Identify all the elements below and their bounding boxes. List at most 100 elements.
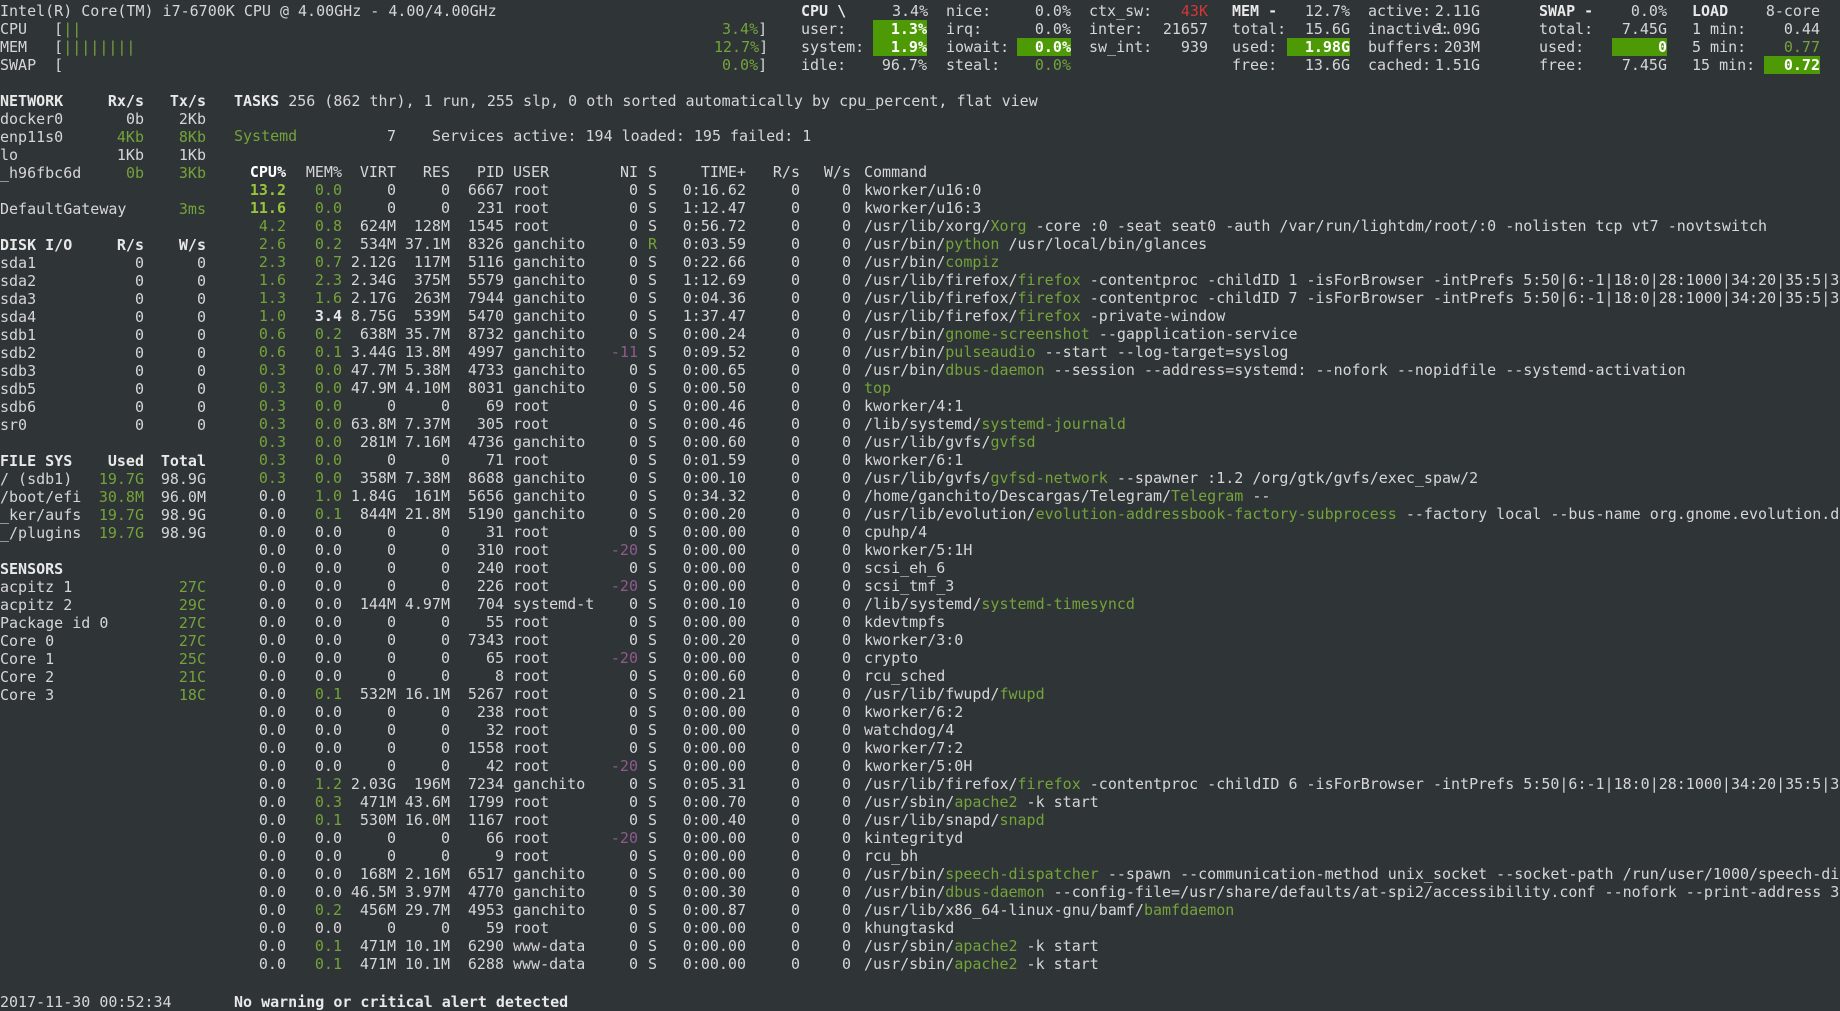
command-path: /usr/lib/firefox/ [864, 289, 1018, 307]
cpu-irq-label: irq: [946, 20, 983, 38]
cell-write-rate: 0 [841, 811, 851, 829]
cell-virt: 8.75G [350, 307, 396, 325]
cell-user: ganchito [513, 901, 586, 919]
cell-command: /usr/bin/python /usr/local/bin/glances [864, 235, 1207, 253]
cell-state: S [648, 757, 658, 775]
cell-ni: 0 [628, 415, 638, 433]
cell-pid: 1545 [467, 217, 504, 235]
cpu-model: Intel(R) Core(TM) i7-6700K CPU @ 4.00GHz… [0, 2, 497, 20]
cell-cpu-pct: 0.0 [258, 847, 286, 865]
cell-user: root [513, 613, 550, 631]
cell-ni: 0 [628, 307, 638, 325]
cell-time: 0:00.00 [682, 721, 746, 739]
command-text: kworker/7:2 [864, 739, 964, 757]
table-row: 0.0 0.0 0 0 42 root -20 S 0:00.00 0 0 kworker/5:0H [0, 757, 1840, 775]
cell-res: 0 [440, 631, 450, 649]
command-path: /home/ganchito/Descargas/Telegram/ [864, 487, 1172, 505]
cell-res: 0 [440, 721, 450, 739]
cell-time: 0:03.59 [682, 235, 746, 253]
cell-mem-pct: 0.2 [314, 235, 342, 253]
cell-state: S [648, 577, 658, 595]
cell-write-rate: 0 [841, 253, 851, 271]
cell-write-rate: 0 [841, 685, 851, 703]
cell-pid: 31 [485, 523, 504, 541]
cell-read-rate: 0 [790, 181, 800, 199]
command-args: --spawn --communication-method unix_sock… [1098, 865, 1840, 883]
cell-command: crypto [864, 649, 918, 667]
cell-pid: 4770 [467, 883, 504, 901]
footer-datetime: 2017-11-30 00:52:34 [0, 993, 172, 1011]
tasks-summary: TASKS 256 (862 thr), 1 run, 255 slp, 0 o… [234, 92, 1038, 110]
cell-pid: 6667 [467, 181, 504, 199]
network-row-col1: 1Kb [116, 146, 144, 164]
cell-mem-pct: 0.0 [314, 613, 342, 631]
cell-user: root [513, 397, 550, 415]
cell-mem-pct: 0.0 [314, 865, 342, 883]
cell-state: S [648, 343, 658, 361]
command-name: Telegram [1171, 487, 1244, 505]
cell-ni: 0 [628, 469, 638, 487]
cell-cpu-pct: 0.3 [258, 469, 286, 487]
cell-state: S [648, 289, 658, 307]
cell-mem-pct: 0.0 [314, 631, 342, 649]
cell-pid: 704 [476, 595, 504, 613]
cell-time: 0:00.46 [682, 415, 746, 433]
table-row: 0.0 0.3 471M 43.6M 1799 root 0 S 0:00.70 0 0/usr/s… [0, 793, 1840, 811]
cell-res: 0 [440, 397, 450, 415]
cpu-steal-label: steal: [946, 56, 1001, 74]
network-row-label: _h96fbc6d [0, 164, 82, 182]
cell-virt: 0 [386, 451, 396, 469]
cell-pid: 4997 [467, 343, 504, 361]
cell-pid: 5470 [467, 307, 504, 325]
cell-mem-pct: 0.0 [314, 721, 342, 739]
cell-write-rate: 0 [841, 289, 851, 307]
cell-res: 21.8M [404, 505, 450, 523]
cell-res: 43.6M [404, 793, 450, 811]
cell-mem-pct: 0.0 [314, 739, 342, 757]
cell-virt: 2.34G [350, 271, 396, 289]
cell-mem-pct: 0.1 [314, 811, 342, 829]
cell-res: 2.16M [404, 865, 450, 883]
column-header-time: TIME+ [700, 163, 746, 181]
cell-mem-pct: 0.0 [314, 919, 342, 937]
cell-res: 35.7M [404, 325, 450, 343]
cell-time: 0:00.24 [682, 325, 746, 343]
command-args: -contentproc -childID 6 -isForBrowser -i… [1080, 775, 1840, 793]
cell-state: S [648, 613, 658, 631]
mem-total-label: total: [1232, 20, 1287, 38]
cell-mem-pct: 0.0 [314, 595, 342, 613]
cell-pid: 1167 [467, 811, 504, 829]
cell-virt: 532M [359, 685, 396, 703]
command-path: /usr/lib/firefox/ [864, 271, 1018, 289]
column-header-command: Command [864, 163, 928, 181]
cell-command: rcu_bh [864, 847, 918, 865]
cell-pid: 5656 [467, 487, 504, 505]
cell-command: kworker/3:0 [864, 631, 963, 649]
column-header-read-rate: R/s [772, 163, 800, 181]
cell-command: kworker/6:1 [864, 451, 963, 469]
mem-total-value: 15.6G [1304, 20, 1350, 38]
cell-user: root [513, 757, 550, 775]
cell-virt: 144M [359, 595, 396, 613]
cell-state: S [648, 793, 658, 811]
cell-state: S [648, 217, 658, 235]
cell-command: kworker/4:1 [864, 397, 963, 415]
cell-read-rate: 0 [790, 919, 800, 937]
cell-ni: 0 [628, 523, 638, 541]
cell-virt: 0 [386, 613, 396, 631]
command-path: /usr/bin/ [864, 343, 946, 361]
cell-mem-pct: 0.1 [314, 955, 342, 973]
cell-command: /usr/lib/firefox/firefox -contentproc -c… [864, 271, 1839, 289]
command-path: /usr/bin/ [864, 361, 946, 379]
cell-time: 0:00.00 [682, 919, 746, 937]
cell-mem-pct: 0.0 [314, 451, 342, 469]
cell-command: /usr/lib/gvfs/gvfsd [864, 433, 1036, 451]
cell-cpu-pct: 0.3 [258, 361, 286, 379]
cell-virt: 0 [386, 199, 396, 217]
cell-cpu-pct: 2.3 [258, 253, 286, 271]
cell-command: /usr/bin/dbus-daemon --config-file=/usr/… [864, 883, 1839, 901]
command-args: -- [1243, 487, 1271, 505]
swap-total-value: 7.45G [1621, 20, 1667, 38]
table-row: 1.6 2.3 2.34G 375M 5579 ganchito 0 S 1:12.69 0 0/u… [0, 271, 1840, 289]
cell-res: 0 [440, 919, 450, 937]
